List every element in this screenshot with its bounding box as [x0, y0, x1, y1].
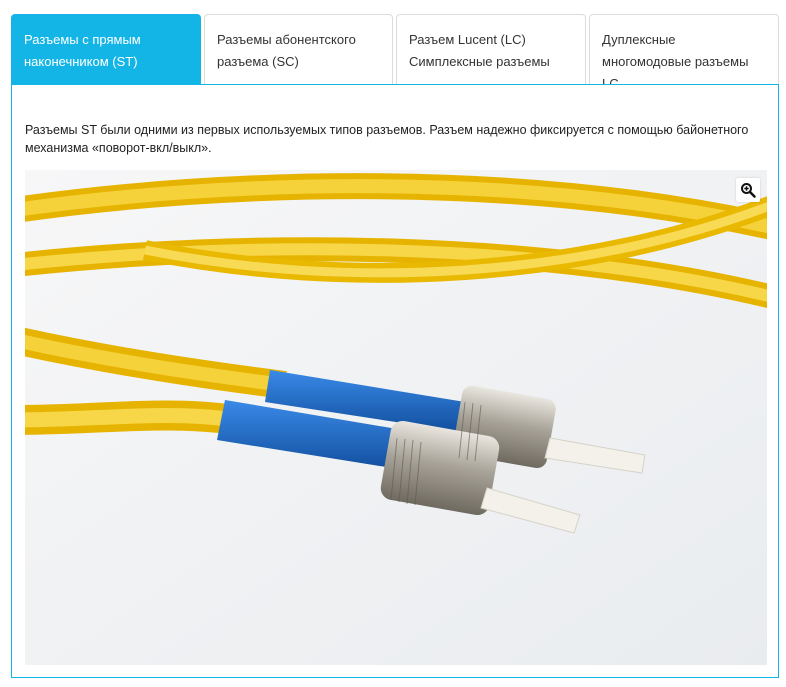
tab-panel: Разъемы ST были одними из первых использ… — [11, 84, 779, 678]
panel-description: Разъемы ST были одними из первых использ… — [25, 123, 749, 155]
tab-sc-connectors[interactable]: Разъемы абонентского разъема (SC) — [204, 14, 393, 84]
tab-lc-simplex[interactable]: Разъем Lucent (LC) Симплексные разъемы — [396, 14, 586, 84]
tab-label: Дуплексные многомодовые разъемы LC — [602, 32, 749, 91]
fiber-connectors-illustration — [25, 170, 767, 665]
tab-label: Разъем Lucent (LC) Симплексные разъемы — [409, 32, 550, 69]
tab-bar: Разъемы с прямым наконечником (ST) Разъе… — [11, 14, 779, 91]
product-photo[interactable] — [25, 170, 767, 665]
tab-st-connectors[interactable]: Разъемы с прямым наконечником (ST) — [11, 14, 201, 85]
zoom-in-icon[interactable] — [736, 178, 760, 202]
tab-lc-duplex-multimode[interactable]: Дуплексные многомодовые разъемы LC — [589, 14, 779, 91]
tab-label: Разъемы абонентского разъема (SC) — [217, 32, 356, 69]
tab-label: Разъемы с прямым наконечником (ST) — [24, 32, 141, 69]
